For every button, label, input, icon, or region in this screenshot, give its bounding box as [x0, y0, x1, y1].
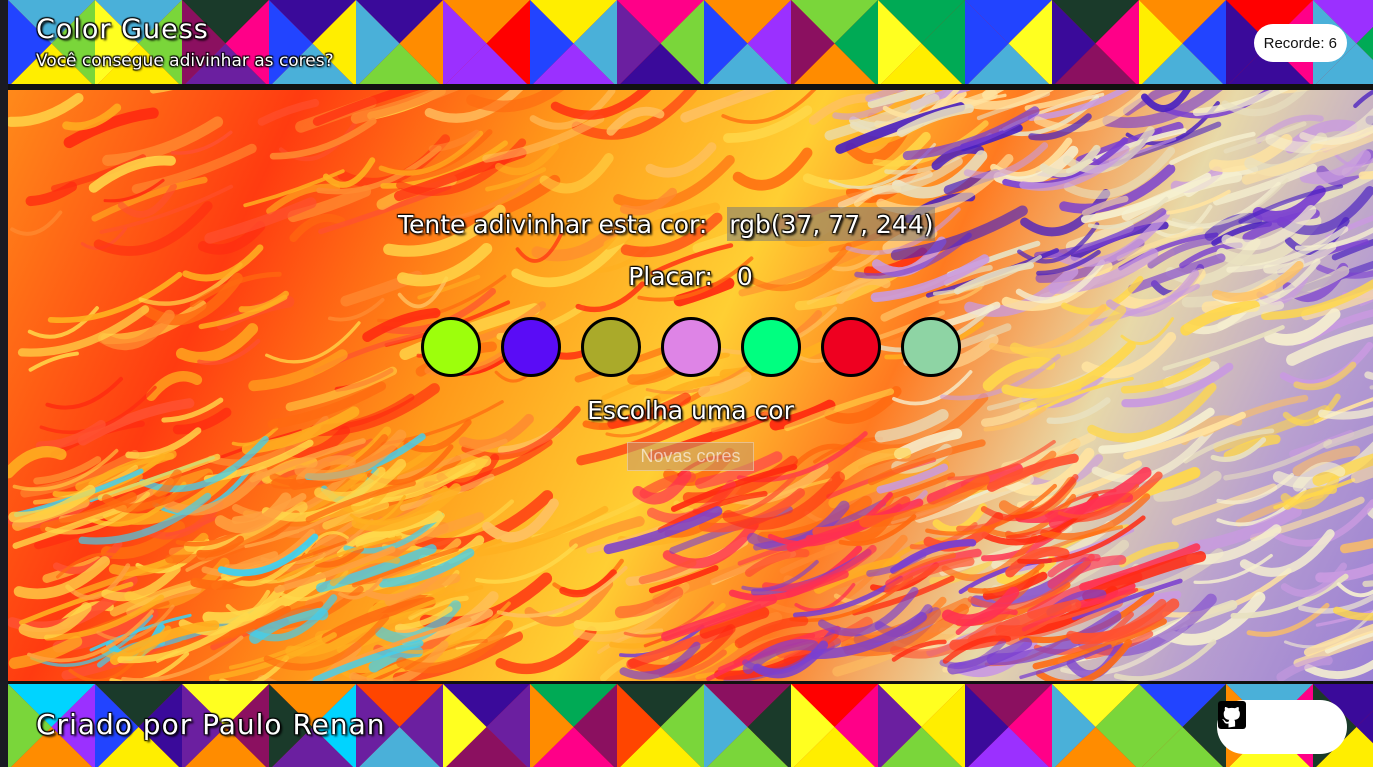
- app-subtitle: Você consegue adivinhar as cores?: [36, 51, 334, 71]
- game-panel: Tente adivinhar esta cor: rgb(37, 77, 24…: [8, 90, 1373, 681]
- author-credit: Criado por Paulo Renan: [36, 708, 386, 741]
- app-title: Color Guess: [36, 14, 209, 45]
- score-value: 0: [736, 262, 753, 291]
- github-icon[interactable]: [1218, 701, 1337, 742]
- instagram-icon[interactable]: [1218, 701, 1297, 742]
- target-prompt: Tente adivinhar esta cor: rgb(37, 77, 24…: [398, 207, 936, 241]
- color-option[interactable]: [901, 317, 961, 377]
- color-option[interactable]: [661, 317, 721, 377]
- record-badge: Recorde: 6: [1253, 24, 1347, 62]
- target-rgb-value: rgb(37, 77, 244): [727, 207, 936, 241]
- color-options: [421, 317, 961, 379]
- score-display: Placar: 0: [8, 262, 1373, 296]
- prompt-label: Tente adivinhar esta cor:: [398, 209, 708, 239]
- new-colors-button[interactable]: Novas cores: [627, 442, 754, 471]
- status-message: Escolha uma cor: [587, 396, 794, 425]
- color-option[interactable]: [581, 317, 641, 377]
- social-links: [1217, 700, 1347, 754]
- header: Color Guess Você consegue adivinhar as c…: [8, 0, 1373, 87]
- left-edge: [0, 0, 8, 767]
- color-option[interactable]: [741, 317, 801, 377]
- color-option[interactable]: [821, 317, 881, 377]
- game-stage: Tente adivinhar esta cor: rgb(37, 77, 24…: [8, 90, 1373, 681]
- footer: Criado por Paulo Renan: [8, 681, 1373, 767]
- score-label: Placar:: [628, 262, 713, 291]
- color-option[interactable]: [501, 317, 561, 377]
- header-pattern: [8, 0, 1373, 84]
- color-option[interactable]: [421, 317, 481, 377]
